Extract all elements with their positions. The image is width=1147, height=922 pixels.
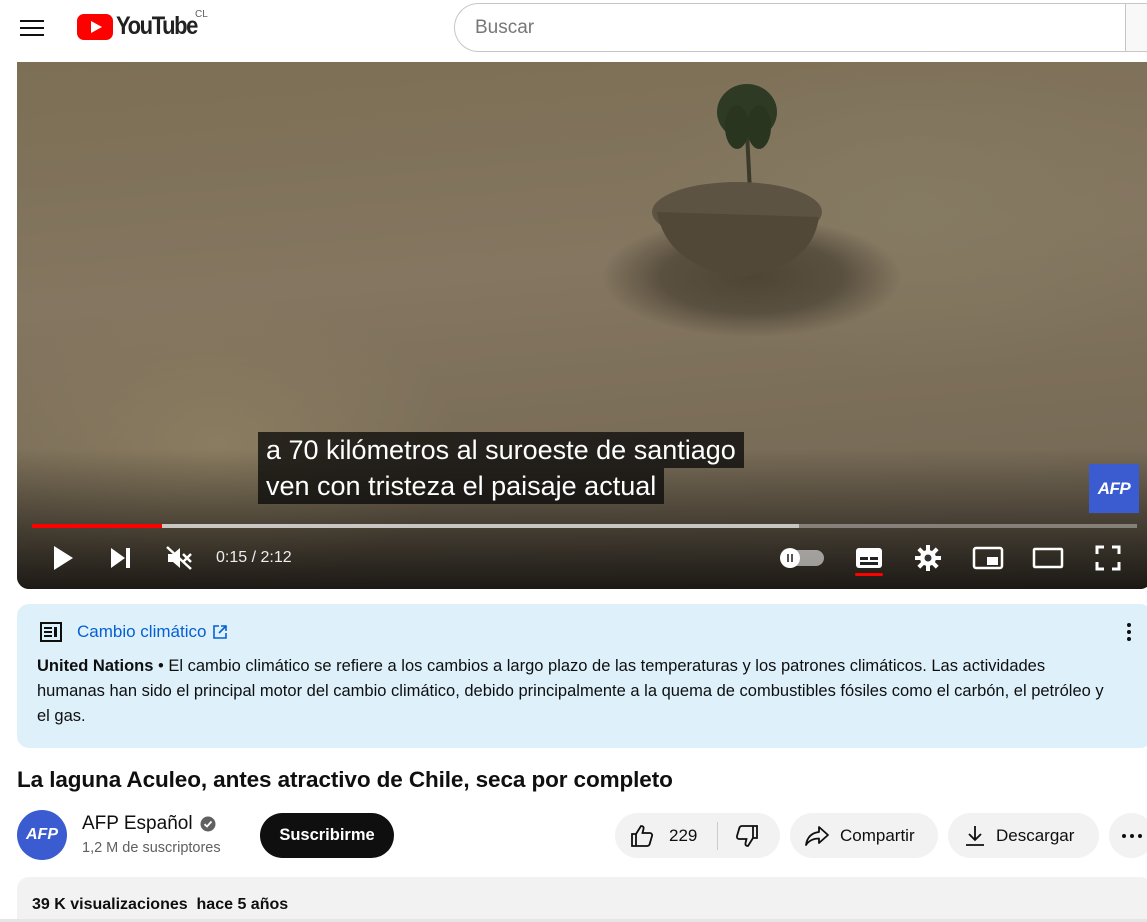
- share-icon: [805, 825, 829, 846]
- info-panel-more-icon[interactable]: [1117, 620, 1141, 644]
- country-code: CL: [195, 9, 208, 20]
- player-controls: 0:15 / 2:12: [17, 538, 1147, 578]
- channel-name-row[interactable]: AFP Español: [82, 813, 216, 835]
- autoplay-toggle[interactable]: [780, 548, 824, 568]
- download-icon: [966, 825, 984, 846]
- dislike-button[interactable]: [718, 813, 760, 858]
- miniplayer-icon[interactable]: [970, 538, 1006, 578]
- download-button[interactable]: Descargar: [948, 813, 1099, 858]
- share-button[interactable]: Compartir: [790, 813, 938, 858]
- info-separator: •: [153, 657, 169, 675]
- caption-line-2: ven con tristeza el paisaje actual: [258, 468, 665, 504]
- settings-gear-icon[interactable]: [910, 538, 946, 578]
- thumbs-up-icon: [631, 824, 654, 847]
- volume-muted-icon[interactable]: [161, 538, 197, 578]
- topic-link[interactable]: Cambio climático: [77, 622, 206, 642]
- caption-line-1: a 70 kilómetros al suroeste de santiago: [258, 432, 744, 468]
- info-source: United Nations: [37, 657, 154, 675]
- upload-age: hace 5 años: [196, 896, 289, 913]
- progress-bar[interactable]: [32, 524, 1137, 528]
- description-box[interactable]: 39 K visualizaciones hace 5 años: [17, 877, 1147, 922]
- subscriber-count: 1,2 M de suscriptores: [82, 840, 221, 856]
- play-icon[interactable]: [45, 538, 81, 578]
- thumbs-down-icon: [736, 824, 759, 847]
- search-input[interactable]: [454, 3, 1126, 52]
- info-body: El cambio climático se refiere a los cam…: [37, 657, 1104, 725]
- description-meta: 39 K visualizaciones hace 5 años: [32, 896, 288, 914]
- pause-icon: [780, 548, 800, 568]
- youtube-play-icon: [77, 13, 113, 40]
- youtube-logo[interactable]: YouTube: [77, 12, 208, 41]
- theater-mode-icon[interactable]: [1030, 538, 1066, 578]
- share-label: Compartir: [840, 825, 915, 845]
- info-panel: Cambio climático United Nations • El cam…: [17, 604, 1147, 748]
- like-count: 229: [669, 825, 698, 845]
- time-display: 0:15 / 2:12: [216, 549, 292, 566]
- hamburger-menu-icon[interactable]: [14, 10, 50, 46]
- verified-badge-icon: [200, 816, 216, 832]
- channel-avatar[interactable]: AFP: [17, 810, 67, 860]
- info-panel-text: United Nations • El cambio climático se …: [37, 654, 1117, 729]
- next-icon[interactable]: [103, 538, 139, 578]
- subtitles-active-indicator: [855, 573, 883, 576]
- view-count: 39 K visualizaciones: [32, 896, 188, 913]
- info-panel-header: Cambio climático: [39, 620, 228, 644]
- logo-text: YouTube: [116, 12, 198, 40]
- external-link-icon[interactable]: [212, 624, 228, 640]
- video-title: La laguna Aculeo, antes atractivo de Chi…: [17, 767, 673, 792]
- subtitles-icon[interactable]: [851, 538, 887, 578]
- video-player[interactable]: a 70 kilómetros al suroeste de santiago …: [17, 62, 1147, 589]
- masthead: YouTube CL: [0, 0, 1147, 56]
- progress-played: [32, 524, 163, 528]
- afp-watermark: AFP: [1089, 464, 1139, 513]
- like-button[interactable]: 229: [615, 813, 697, 858]
- mound-image: [652, 182, 822, 277]
- caption-window: a 70 kilómetros al suroeste de santiago …: [258, 432, 744, 504]
- subscribe-button[interactable]: Suscribirme: [260, 813, 394, 858]
- channel-name[interactable]: AFP Español: [82, 813, 193, 835]
- article-icon: [40, 622, 62, 642]
- download-label: Descargar: [996, 825, 1075, 845]
- like-dislike-group: 229: [615, 813, 780, 858]
- more-actions-icon[interactable]: [1109, 813, 1147, 858]
- search-button[interactable]: [1125, 3, 1147, 52]
- fullscreen-icon[interactable]: [1090, 538, 1126, 578]
